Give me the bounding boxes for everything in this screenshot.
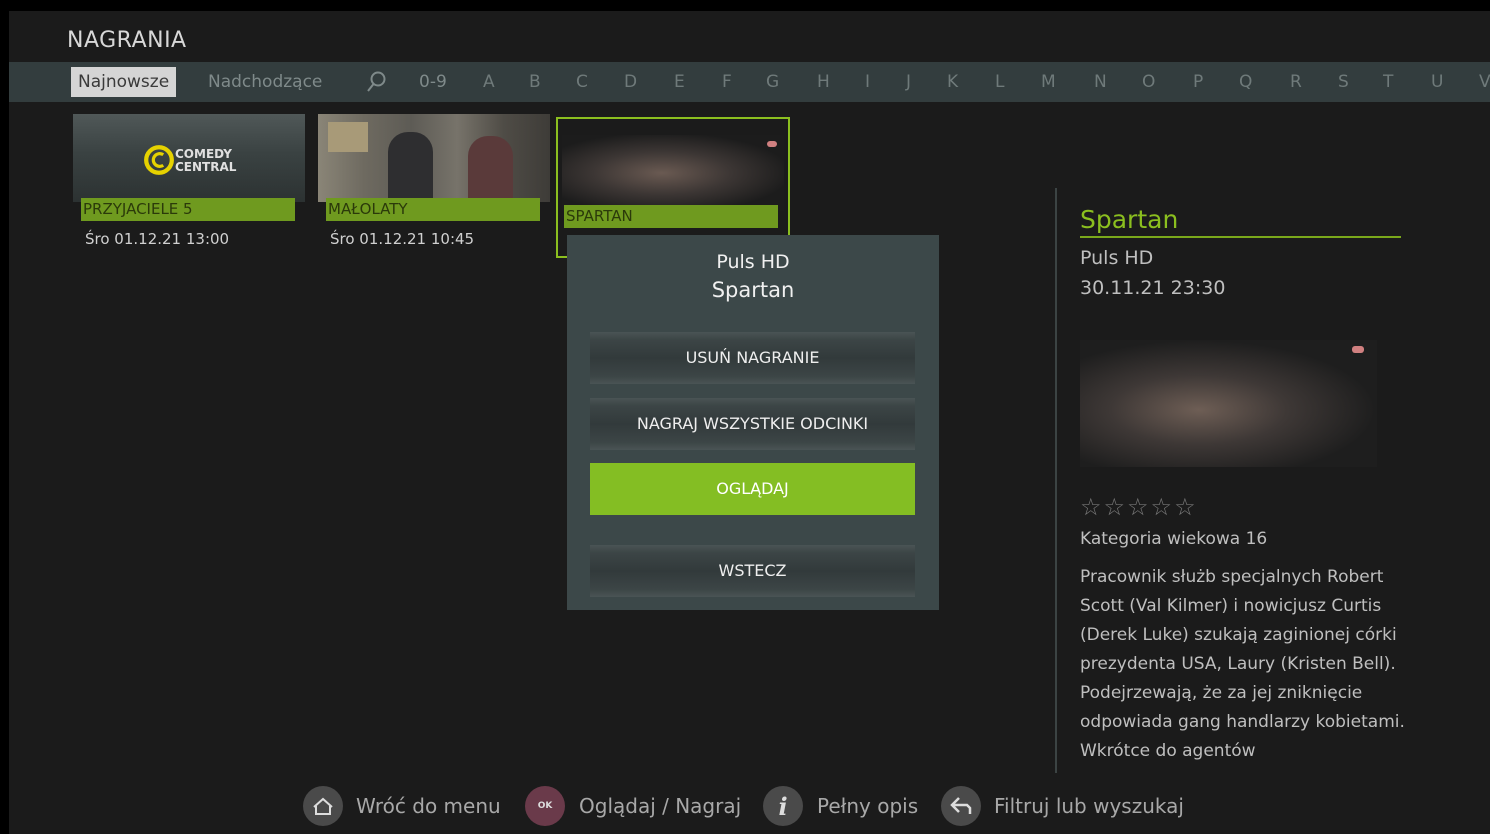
search-icon[interactable] [361,68,391,96]
tab-newest[interactable]: Najnowsze [71,67,177,97]
home-icon[interactable] [303,786,343,826]
rating-stars: ☆☆☆☆☆ [1080,493,1198,521]
letter-l[interactable]: L [995,67,1004,97]
letter-q[interactable]: Q [1239,67,1252,97]
back-button[interactable]: WSTECZ [590,545,915,597]
dialog-title: Spartan [711,278,795,302]
age-rating: Kategoria wiekowa 16 [1080,529,1268,549]
watch-record-label[interactable]: Oglądaj / Nagraj [579,786,741,826]
delete-recording-button[interactable]: USUŃ NAGRANIE [590,332,915,384]
letter-h[interactable]: H [817,67,830,97]
back-to-menu-label[interactable]: Wróć do menu [356,786,501,826]
comedy-logo-line2: CENTRAL [175,160,237,174]
recording-time: Śro 01.12.21 10:45 [330,230,475,248]
letter-p[interactable]: P [1193,67,1203,97]
letter-s[interactable]: S [1338,67,1349,97]
footer-hints: Wróć do menu OK Oglądaj / Nagraj i Pełny… [9,776,1490,834]
letter-c[interactable]: C [576,67,588,97]
filter-bar: Najnowsze Nadchodzące 0-9 A B C D E F G … [9,62,1490,102]
recording-card[interactable]: COMEDY CENTRAL PRZYJACIELE 5 Śro 01.12.2… [73,114,305,248]
filter-search-label[interactable]: Filtruj lub wyszukaj [994,786,1184,826]
letter-i[interactable]: I [865,67,870,97]
letter-v[interactable]: V [1479,67,1490,97]
panel-divider [1055,188,1057,773]
letter-f[interactable]: F [722,67,732,97]
recording-thumbnail [562,135,784,211]
letter-g[interactable]: G [766,67,779,97]
back-arrow-icon[interactable] [941,786,981,826]
letter-r[interactable]: R [1290,67,1302,97]
letter-d[interactable]: D [624,67,637,97]
recording-time: Śro 01.12.21 13:00 [85,230,230,248]
ok-icon-label: OK [537,801,553,811]
letter-t[interactable]: T [1383,67,1393,97]
letter-k[interactable]: K [947,67,958,97]
letter-n[interactable]: N [1094,67,1107,97]
page-title: NAGRANIA [67,28,187,53]
letter-m[interactable]: M [1041,67,1056,97]
tab-digits[interactable]: 0-9 [419,67,447,97]
recording-title: SPARTAN [564,205,778,228]
letter-u[interactable]: U [1431,67,1443,97]
dialog-channel: Puls HD [716,251,790,273]
recording-card[interactable]: MAŁOLATY Śro 01.12.21 10:45 [318,114,550,248]
detail-thumbnail [1080,340,1377,467]
recording-thumbnail [318,114,550,202]
letter-j[interactable]: J [906,67,911,97]
recordings-screen: NAGRANIA Najnowsze Nadchodzące 0-9 A B C… [9,11,1490,834]
record-all-episodes-button[interactable]: NAGRAJ WSZYSTKIE ODCINKI [590,398,915,450]
recording-title: MAŁOLATY [326,198,540,221]
ok-icon[interactable]: OK [525,786,565,826]
detail-date: 30.11.21 23:30 [1080,277,1226,299]
letter-o[interactable]: O [1142,67,1155,97]
watch-button[interactable]: OGLĄDAJ [590,463,915,515]
channel-logo-thumbnail: COMEDY CENTRAL [73,114,305,202]
comedy-central-logo-icon [144,145,174,175]
svg-text:i: i [778,792,787,821]
letter-e[interactable]: E [674,67,685,97]
recording-title: PRZYJACIELE 5 [81,198,295,221]
info-icon[interactable]: i [763,786,803,826]
tab-upcoming[interactable]: Nadchodzące [208,67,322,97]
full-description-label[interactable]: Pełny opis [817,786,918,826]
letter-b[interactable]: B [529,67,541,97]
letter-a[interactable]: A [483,67,495,97]
detail-channel: Puls HD [1080,247,1154,269]
detail-title: Spartan [1080,205,1401,238]
description: Pracownik służb specjalnych Robert Scott… [1080,567,1405,761]
action-dialog: Puls HD Spartan USUŃ NAGRANIE NAGRAJ WSZ… [567,235,939,610]
